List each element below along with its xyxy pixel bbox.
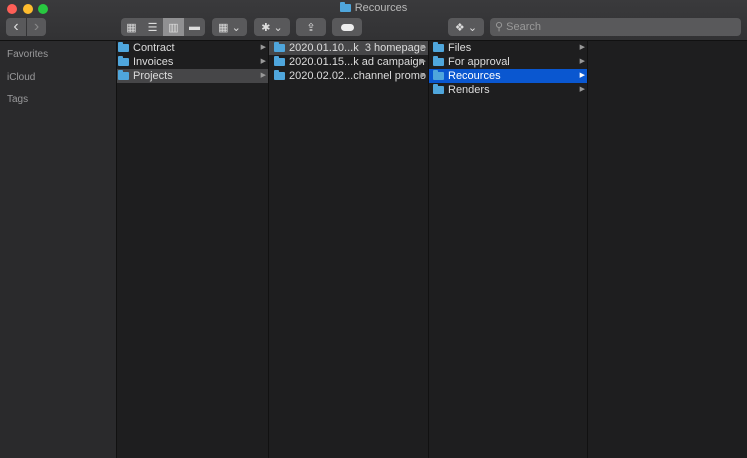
chevron-right-icon: ▶ [579,72,585,79]
column-3: Files ▶ For approval ▶ Recources ▶ Renders ▶ [429,41,588,458]
gallery-view-button[interactable]: ▬ [184,18,205,36]
window-title: Recources [0,2,747,14]
back-button[interactable]: ‹ [6,18,26,36]
folder-icon [274,42,285,52]
chevron-right-icon: ▶ [260,72,266,79]
folder-icon [433,84,444,94]
folder-icon [118,70,129,80]
search-input[interactable]: ⚲ Search [490,18,741,36]
list-view-button[interactable]: ☰ [142,18,163,36]
column-view-button[interactable]: ▥ [163,18,184,36]
list-item[interactable]: Recources ▶ [429,69,587,83]
list-item[interactable]: For approval ▶ [429,55,587,69]
list-item[interactable]: 2020.01.15...k ad campaign ▶ [269,55,428,69]
tag-icon [340,23,354,31]
group-by-button[interactable]: ▦ ⌄ [212,18,247,36]
chevron-right-icon: ▶ [260,58,266,65]
chevron-right-icon: ▶ [579,58,585,65]
icon-view-button[interactable]: ▦ [121,18,142,36]
chevron-right-icon: ▶ [420,58,426,65]
chevron-right-icon: ▶ [579,44,585,51]
folder-icon [274,70,285,80]
folder-icon [118,56,129,66]
folder-icon [274,56,285,66]
chevron-right-icon: ▶ [420,72,426,79]
list-item[interactable]: Files ▶ [429,41,587,55]
folder-icon [433,56,444,66]
title-bar: Recources ‹ › ▦ ☰ ▥ ▬ ▦ ⌄ ✱ ⌄ ⇪ ❖ ⌄ ⚲ Se… [0,0,747,41]
folder-icon [433,70,444,80]
column-2: 2020.01.10...k 3 homepage ▶ 2020.01.15...… [269,41,429,458]
folder-icon [339,2,351,12]
list-item[interactable]: 2020.01.10...k 3 homepage ▶ [269,41,428,55]
sidebar-favorites[interactable]: Favorites [7,49,48,60]
action-gear-button[interactable]: ✱ ⌄ [254,18,290,36]
sidebar-tags[interactable]: Tags [7,94,28,105]
column-1: Contract ▶ Invoices ▶ Projects ▶ [117,41,269,458]
list-item[interactable]: Renders ▶ [429,83,587,97]
share-button[interactable]: ⇪ [296,18,326,36]
search-icon: ⚲ [495,21,507,33]
chevron-right-icon: ▶ [579,86,585,93]
forward-button[interactable]: › [27,18,46,36]
list-item[interactable]: 2020.02.02...channel promo ▶ [269,69,428,83]
tag-button[interactable] [332,18,362,36]
list-item[interactable]: Contract ▶ [117,41,268,55]
list-item[interactable]: Projects ▶ [117,69,268,83]
sidebar-icloud[interactable]: iCloud [7,72,35,83]
chevron-right-icon: ▶ [260,44,266,51]
column-4 [588,41,747,458]
sidebar: Favorites iCloud Tags [0,41,117,458]
folder-icon [433,42,444,52]
dropbox-button[interactable]: ❖ ⌄ [448,18,484,36]
chevron-right-icon: ▶ [420,44,426,51]
list-item[interactable]: Invoices ▶ [117,55,268,69]
folder-icon [118,42,129,52]
